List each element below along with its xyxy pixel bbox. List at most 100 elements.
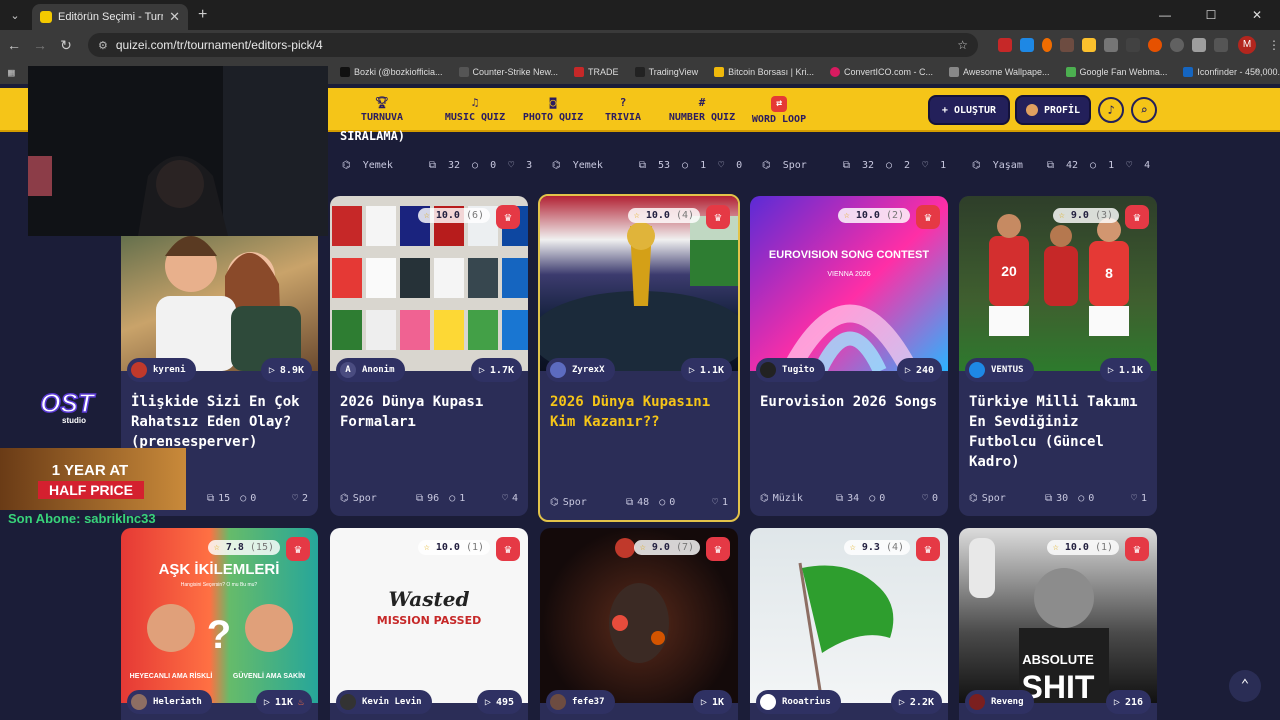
author-avatar	[131, 362, 147, 378]
apps-grid-icon[interactable]: ▦	[8, 66, 15, 79]
extension-icon[interactable]	[1082, 38, 1096, 52]
like-count[interactable]: ♡ 2	[292, 493, 308, 504]
rating-badge: ☆ 10.0 (2)	[837, 208, 910, 223]
quiz-card[interactable]: EUROVISION SONG CONTEST VIENNA 2026 ☆ 10…	[750, 196, 948, 516]
extension-icon[interactable]	[1104, 38, 1118, 52]
site-info-icon[interactable]: ⚙	[98, 39, 108, 52]
comment-count: ○ 0	[869, 493, 886, 504]
bookmark-item[interactable]: Bozki (@bozkiofficia...	[340, 67, 443, 77]
play-count: ▷ 495	[476, 690, 522, 714]
card-author[interactable]: A Anonim	[336, 358, 405, 382]
heart-icon: ♡	[711, 497, 718, 508]
address-bar[interactable]: ⚙ quizei.com/tr/tournament/editors-pick/…	[88, 33, 978, 57]
profile-avatar[interactable]: M	[1238, 36, 1256, 54]
more-bookmarks-icon[interactable]: »	[1255, 65, 1260, 75]
heart-icon: ♡	[921, 493, 928, 504]
close-window-button[interactable]: ✕	[1234, 0, 1280, 30]
card-author[interactable]: Tugito	[756, 358, 825, 382]
crown-icon[interactable]: ♛	[916, 205, 940, 229]
scroll-to-top-button[interactable]: ⌃	[1229, 670, 1261, 702]
quiz-card[interactable]: ☆ 9.3 (4) ♛ Rooatrius ▷ 2.2K	[750, 528, 948, 720]
quiz-card[interactable]: ☆ 10.0 (6) ♛ A Anonim ▷ 1.7K 2026 Dünya Ku…	[330, 196, 528, 516]
extension-icon[interactable]	[1170, 38, 1184, 52]
crown-icon[interactable]: ♛	[706, 537, 730, 561]
play-icon: ▷	[478, 364, 485, 376]
card-author[interactable]: VENTUS	[965, 358, 1034, 382]
card-author[interactable]: Reveng	[965, 690, 1034, 714]
like-count[interactable]: ♡ 0	[922, 493, 938, 504]
card-title[interactable]: Türkiye Milli Takımı En Sevdiğiniz Futbo…	[969, 392, 1147, 472]
maximize-button[interactable]: ☐	[1188, 0, 1234, 30]
play-icon: ▷	[268, 364, 275, 376]
bookmark-item[interactable]: Google Fan Webma...	[1065, 67, 1167, 77]
card-title[interactable]: Eurovision 2026 Songs	[760, 392, 938, 412]
create-button[interactable]: + OLUŞTUR	[928, 95, 1010, 125]
extension-icon[interactable]	[1148, 38, 1162, 52]
comment-count: ○ 0	[240, 493, 257, 504]
like-count[interactable]: ♡ 1	[1131, 493, 1147, 504]
quiz-card[interactable]: Wasted MISSION PASSED ☆ 10.0 (1) ♛ Kevin…	[330, 528, 528, 720]
extension-icon[interactable]	[998, 38, 1012, 52]
play-count: ▷ 1.1K	[680, 358, 732, 382]
extension-icon[interactable]	[1126, 38, 1140, 52]
crown-icon[interactable]: ♛	[496, 205, 520, 229]
bookmark-star-icon[interactable]: ☆	[957, 38, 968, 52]
back-button[interactable]: ←	[2, 37, 26, 53]
crown-icon[interactable]: ♛	[286, 537, 310, 561]
browser-tab[interactable]: Editörün Seçimi - Turnuva - Qu ✕	[32, 4, 188, 30]
bookmark-item[interactable]: Bitcoin Borsası | Kri...	[714, 67, 814, 77]
bookmark-item[interactable]: Awesome Wallpape...	[948, 67, 1050, 77]
extension-icon[interactable]	[1060, 38, 1074, 52]
forward-button[interactable]: →	[28, 37, 52, 53]
svg-text:OST: OST	[40, 388, 96, 418]
card-author[interactable]: fefe37	[546, 690, 615, 714]
bookmark-item[interactable]: Iconfinder - 450,000...	[1183, 67, 1280, 77]
crown-icon[interactable]: ♛	[1125, 537, 1149, 561]
extension-icon[interactable]	[1020, 38, 1034, 52]
card-meta: ⌬ Spor ⧉ 48 ○ 0 ♡ 1	[550, 497, 728, 508]
tab-search-icon[interactable]: ⌄	[4, 4, 26, 26]
crown-icon[interactable]: ♛	[916, 537, 940, 561]
bookmark-item[interactable]: Counter-Strike New...	[458, 67, 558, 77]
minimize-button[interactable]: —	[1142, 0, 1188, 30]
search-icon[interactable]: ⌕	[1131, 97, 1157, 123]
card-title[interactable]: İlişkide Sizi En Çok Rahatsız Eden Olay?…	[131, 392, 308, 452]
close-tab-icon[interactable]: ✕	[169, 9, 180, 25]
card-author[interactable]: Heleriath	[127, 690, 212, 714]
like-count[interactable]: ♡ 4	[502, 493, 518, 504]
play-count: ▷ 11K ♨	[255, 690, 312, 714]
menu-icon[interactable]: ⋮	[1268, 38, 1280, 52]
play-count: ▷ 1.1K	[1099, 358, 1151, 382]
rating-badge: ☆ 7.8 (15)	[207, 540, 280, 555]
card-title[interactable]: 2026 Dünya Kupası Formaları	[340, 392, 518, 432]
card-author[interactable]: Kevin Levin	[336, 690, 432, 714]
bookmark-item[interactable]: TRADE	[574, 67, 619, 77]
card-author[interactable]: ZyrexX	[546, 358, 615, 382]
sidebar-icon[interactable]	[1214, 38, 1228, 52]
quiz-card[interactable]: 20 8 ☆ 9.0 (3) ♛ VENTUS ▷ 1.1K Türkiye Mi…	[959, 196, 1157, 516]
bookmark-item[interactable]: TradingView	[634, 67, 698, 77]
card-title[interactable]: 2026 Dünya Kupasını Kim Kazanır??	[550, 392, 728, 432]
crown-icon[interactable]: ♛	[496, 537, 520, 561]
reload-button[interactable]: ↻	[54, 37, 78, 54]
card-author[interactable]: Rooatrius	[756, 690, 841, 714]
profile-button[interactable]: PROFİL	[1015, 95, 1091, 125]
comment-icon: ○	[449, 493, 456, 504]
tab-title: Editörün Seçimi - Turnuva - Qu	[58, 11, 163, 23]
bookmark-item[interactable]: ConvertICO.com - C...	[829, 67, 933, 77]
quiz-card[interactable]: ☆ 9.0 (7) ♛ fefe37 ▷ 1K	[540, 528, 738, 720]
crown-icon[interactable]: ♛	[1125, 205, 1149, 229]
notifications-bell-icon[interactable]: ♪	[1098, 97, 1124, 123]
quiz-card-highlighted[interactable]: ☆ 10.0 (4) ♛ ZyrexX ▷ 1.1K 2026 Dünya Kup…	[538, 194, 740, 522]
extension-icon[interactable]	[1042, 38, 1052, 52]
like-count[interactable]: ♡ 1	[712, 497, 728, 508]
quiz-card[interactable]: AŞK İKİLEMLERİ Hangisini Seçersin? O mu …	[121, 528, 318, 720]
puzzle-icon[interactable]	[1192, 38, 1206, 52]
fire-icon: ♨	[297, 696, 304, 708]
comment-count: ○ 0	[1078, 493, 1095, 504]
author-avatar	[131, 694, 147, 710]
card-author[interactable]: kyreni	[127, 358, 196, 382]
quiz-card[interactable]: ABSOLUTE SHIT ☆ 10.0 (1) ♛ Reveng ▷ 216	[959, 528, 1157, 720]
crown-icon[interactable]: ♛	[706, 205, 730, 229]
new-tab-button[interactable]: +	[198, 6, 207, 24]
